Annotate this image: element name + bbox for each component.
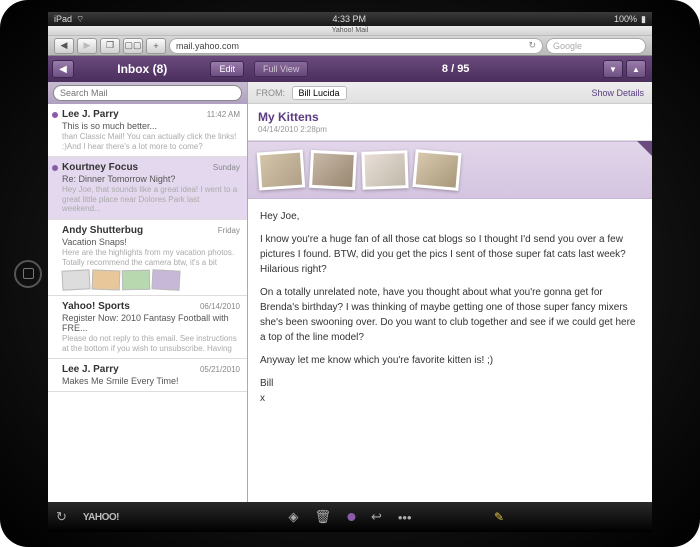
yahoo-logo: YAHOO! <box>83 512 119 523</box>
refresh-icon[interactable]: ↻ <box>56 509 67 525</box>
list-item[interactable]: Yahoo! Sports06/14/2010 Register Now: 20… <box>48 296 247 359</box>
attachment-strip <box>248 141 652 199</box>
prev-message-button[interactable]: ▲ <box>626 60 646 78</box>
list-item[interactable]: Andy ShutterbugFriday Vacation Snaps! He… <box>48 220 247 296</box>
url-bar[interactable]: mail.yahoo.com ↻ <box>169 38 543 54</box>
email-body: Hey Joe, I know you're a huge fan of all… <box>248 199 652 502</box>
from-chip[interactable]: Bill Lucida <box>292 86 347 100</box>
from-label: FROM: <box>256 88 285 98</box>
battery-percent: 100% <box>614 14 637 24</box>
status-bar: iPad ⌔ 4:33 PM 100% ▮ <box>48 12 652 26</box>
compose-icon[interactable]: ✎ <box>494 510 504 524</box>
trash-icon[interactable]: 🗑 <box>314 509 331 525</box>
wifi-icon: ⌔ <box>76 14 84 25</box>
bookmarks-button[interactable]: ▢▢ <box>123 38 143 54</box>
message-list: Lee J. Parry11:42 AM This is so much bet… <box>48 104 247 502</box>
back-button[interactable]: ◀ <box>54 38 74 54</box>
attachment-thumb[interactable] <box>257 149 306 190</box>
message-counter: 8 / 95 <box>442 63 470 75</box>
browser-search[interactable]: Google <box>546 38 646 54</box>
folder-title: Inbox (8) <box>78 62 206 76</box>
fullview-button[interactable]: Full View <box>254 61 308 77</box>
edit-button[interactable]: Edit <box>210 61 244 77</box>
message-date: 04/14/2010 2:28pm <box>258 125 642 134</box>
attachment-thumb[interactable] <box>309 150 357 190</box>
forward-button[interactable]: ▶ <box>77 38 97 54</box>
shield-icon[interactable]: ◈ <box>288 509 298 525</box>
subject: My Kittens <box>258 110 642 124</box>
page-title: Yahoo! Mail <box>48 26 652 36</box>
list-item[interactable]: Lee J. Parry05/21/2010 Makes Me Smile Ev… <box>48 359 247 392</box>
search-input[interactable] <box>53 85 242 101</box>
reply-icon[interactable]: ↩ <box>371 509 382 525</box>
add-button[interactable]: + <box>146 38 166 54</box>
folders-button[interactable]: ◀ <box>52 60 74 78</box>
reload-icon[interactable]: ↻ <box>528 40 536 51</box>
battery-icon: ▮ <box>641 14 646 25</box>
attachment-thumb[interactable] <box>412 149 461 191</box>
list-item[interactable]: Kourtney FocusSunday Re: Dinner Tomorrow… <box>48 157 247 220</box>
clock: 4:33 PM <box>332 14 366 24</box>
pages-button[interactable]: ❐ <box>100 38 120 54</box>
device-label: iPad <box>54 14 72 24</box>
next-message-button[interactable]: ▼ <box>603 60 623 78</box>
mark-icon[interactable] <box>347 513 355 521</box>
list-item[interactable]: Lee J. Parry11:42 AM This is so much bet… <box>48 104 247 157</box>
attachment-thumb[interactable] <box>361 150 408 190</box>
show-details-link[interactable]: Show Details <box>591 88 644 98</box>
more-icon[interactable]: ••• <box>398 510 412 525</box>
home-button[interactable] <box>14 260 42 288</box>
